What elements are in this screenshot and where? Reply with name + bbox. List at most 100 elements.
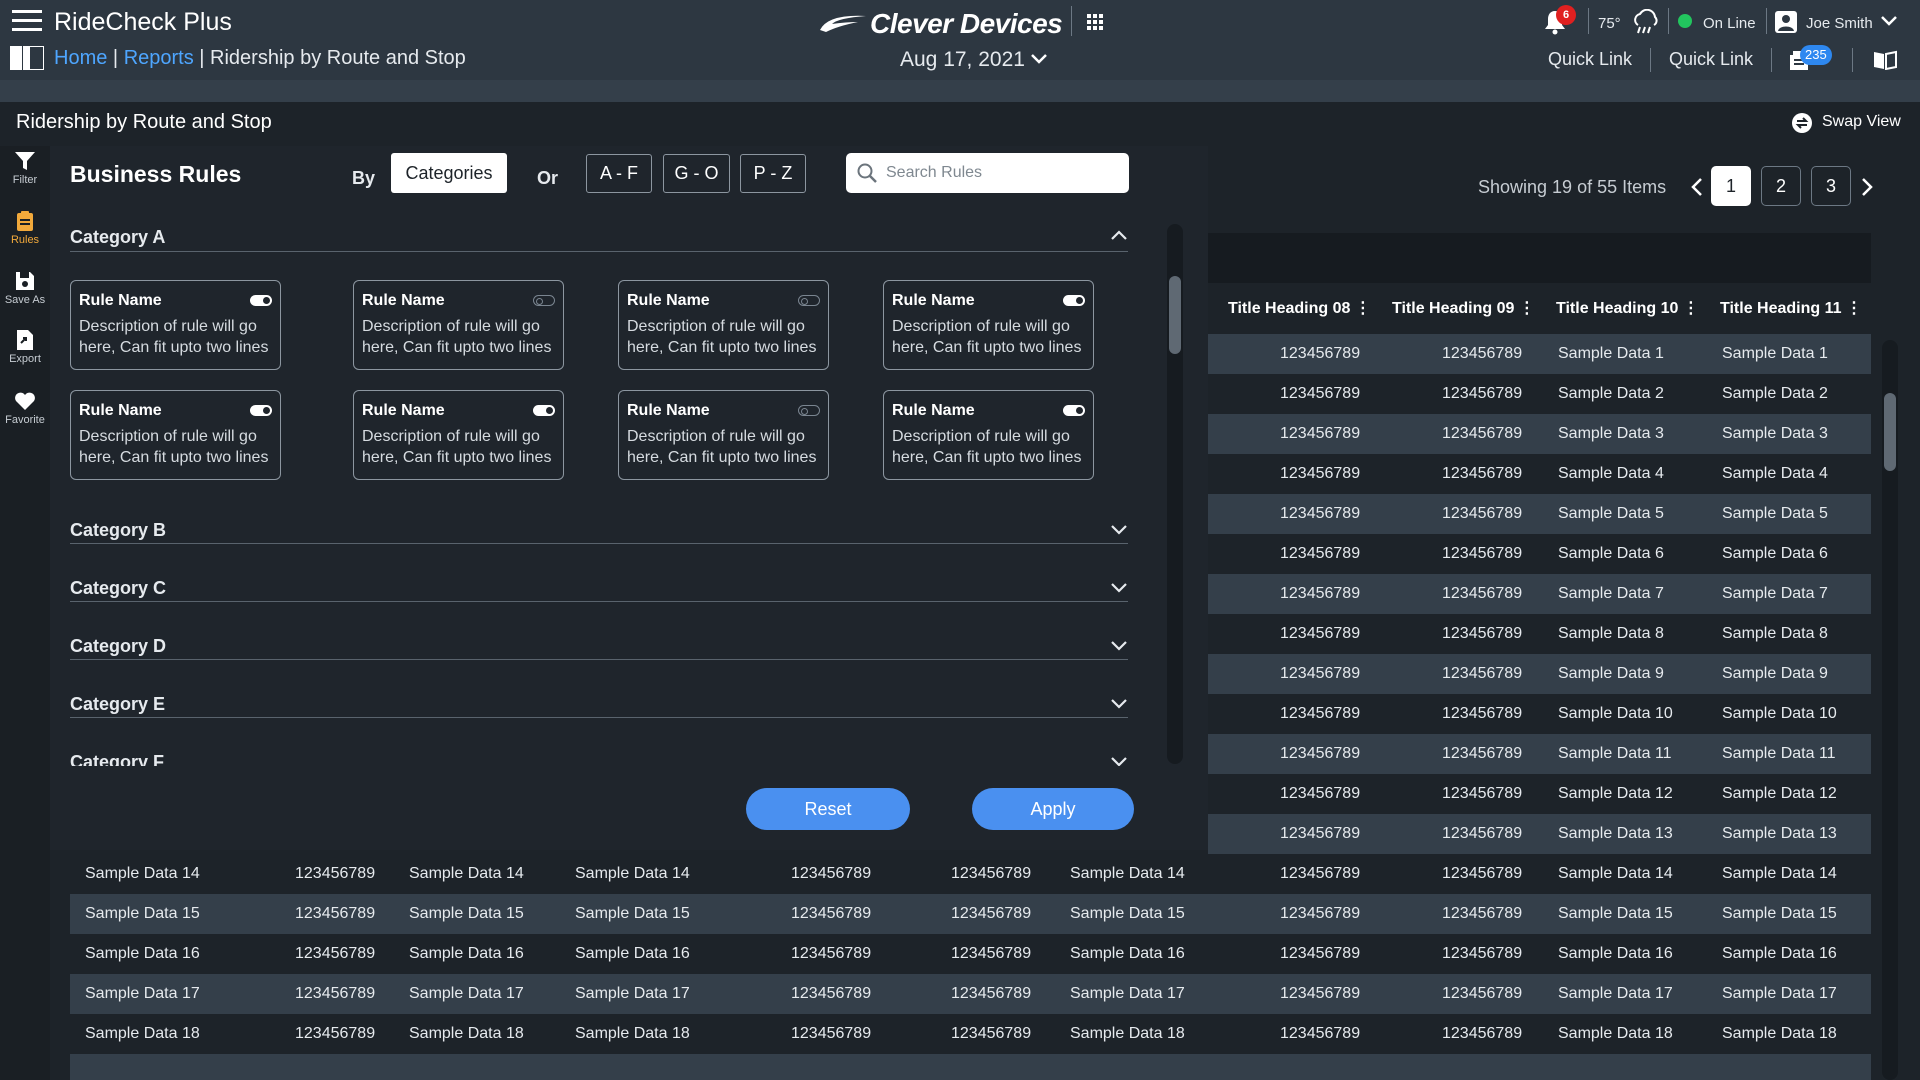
nav-export[interactable]: Export: [0, 329, 50, 365]
page-2-button[interactable]: 2: [1761, 166, 1801, 206]
apply-button[interactable]: Apply: [972, 788, 1134, 830]
rule-toggle[interactable]: [1063, 295, 1085, 306]
more-vertical-icon[interactable]: ⋮: [1683, 300, 1699, 317]
breadcrumb-reports[interactable]: Reports: [124, 47, 194, 69]
table-row[interactable]: 123456789 123456789 Sample Data 7 Sample Da…: [1208, 574, 1871, 614]
rule-toggle[interactable]: [533, 295, 555, 306]
quick-link-2[interactable]: Quick Link: [1669, 49, 1753, 70]
breadcrumb-home[interactable]: Home: [54, 47, 107, 69]
category-row[interactable]: Category C: [70, 574, 1130, 608]
table-cell: Sample Data 7: [1722, 585, 1828, 602]
more-vertical-icon[interactable]: ⋮: [1846, 300, 1862, 317]
chevron-down-icon[interactable]: [1110, 520, 1128, 538]
search-rules-input[interactable]: Search Rules: [846, 153, 1129, 193]
range-a-f-button[interactable]: A - F: [586, 154, 652, 193]
table-row[interactable]: 123456789 123456789 Sample Data 11 Sample D…: [1208, 734, 1871, 774]
category-row[interactable]: Category D: [70, 632, 1130, 666]
swap-icon[interactable]: [1792, 113, 1812, 133]
nav-favorite[interactable]: Favorite: [0, 390, 50, 426]
heart-icon: [15, 392, 35, 410]
category-row[interactable]: Category E: [70, 690, 1130, 724]
nav-filter[interactable]: Filter: [0, 150, 50, 186]
rule-card[interactable]: Rule Name Description of rule will go her…: [70, 390, 281, 480]
categories-button[interactable]: Categories: [391, 153, 507, 193]
menu-icon[interactable]: [12, 9, 42, 33]
column-header-08[interactable]: Title Heading 08 ⋮: [1228, 298, 1371, 318]
page-3-button[interactable]: 3: [1811, 166, 1851, 206]
rule-toggle[interactable]: [1063, 405, 1085, 416]
rules-scrollbar-thumb[interactable]: [1169, 276, 1181, 354]
business-rules-title: Business Rules: [70, 161, 242, 187]
quick-link-1[interactable]: Quick Link: [1548, 49, 1632, 70]
chevron-down-icon[interactable]: [1880, 14, 1898, 28]
apps-grid-icon[interactable]: [1086, 13, 1104, 31]
table-row[interactable]: 123456789 123456789 Sample Data 1 Sample Da…: [1208, 334, 1871, 374]
page-1-button[interactable]: 1: [1711, 166, 1751, 206]
swap-view-button[interactable]: Swap View: [1822, 113, 1901, 131]
chevron-right-icon[interactable]: [1860, 176, 1874, 198]
table-cell: 123456789: [1280, 785, 1361, 802]
category-row[interactable]: Category F: [70, 748, 1130, 766]
chevron-up-icon[interactable]: [1110, 227, 1128, 245]
rule-toggle[interactable]: [798, 295, 820, 306]
rule-card[interactable]: Rule Name Description of rule will go her…: [883, 390, 1094, 480]
table-cell: 123456789: [791, 945, 872, 962]
table-cell: 123456789: [951, 945, 1032, 962]
table-row[interactable]: 123456789 123456789 Sample Data 6 Sample Da…: [1208, 534, 1871, 574]
date-selector[interactable]: Aug 17, 2021: [900, 48, 1025, 72]
rule-toggle[interactable]: [250, 405, 272, 416]
category-row[interactable]: Category B: [70, 516, 1130, 550]
table-row[interactable]: Sample Data 14 123456789 Sample Data 14 Sam…: [70, 854, 1871, 894]
table-row[interactable]: 123456789 123456789 Sample Data 8 Sample Da…: [1208, 614, 1871, 654]
range-p-z-button[interactable]: P - Z: [740, 154, 806, 193]
table-row[interactable]: 123456789 123456789 Sample Data 9 Sample Da…: [1208, 654, 1871, 694]
table-row[interactable]: 123456789 123456789 Sample Data 4 Sample Da…: [1208, 454, 1871, 494]
table-row[interactable]: 123456789 123456789 Sample Data 12 Sample D…: [1208, 774, 1871, 814]
rule-card[interactable]: Rule Name Description of rule will go her…: [618, 280, 829, 370]
table-cell: Sample Data 17: [1722, 985, 1837, 1002]
rule-card[interactable]: Rule Name Description of rule will go her…: [353, 280, 564, 370]
chevron-left-icon[interactable]: [1690, 176, 1704, 198]
table-row[interactable]: Sample Data 16 123456789 Sample Data 16 Sam…: [70, 934, 1871, 974]
category-a-header[interactable]: Category A: [70, 227, 165, 248]
rule-card[interactable]: Rule Name Description of rule will go her…: [353, 390, 564, 480]
nav-rules[interactable]: Rules: [0, 210, 50, 246]
chevron-down-icon[interactable]: [1110, 578, 1128, 596]
reset-button[interactable]: Reset: [746, 788, 910, 830]
rule-toggle[interactable]: [533, 405, 555, 416]
table-row[interactable]: 123456789 123456789 Sample Data 2 Sample Da…: [1208, 374, 1871, 414]
table-row[interactable]: Sample Data 17 123456789 Sample Data 17 Sam…: [70, 974, 1871, 1014]
table-row[interactable]: 123456789 123456789 Sample Data 3 Sample Da…: [1208, 414, 1871, 454]
chevron-down-icon[interactable]: [1110, 636, 1128, 654]
more-vertical-icon[interactable]: ⋮: [1355, 300, 1371, 317]
table-row[interactable]: Sample Data 15 123456789 Sample Data 15 Sam…: [70, 894, 1871, 934]
column-header-09[interactable]: Title Heading 09 ⋮: [1392, 298, 1535, 318]
rule-toggle[interactable]: [250, 295, 272, 306]
column-header-10[interactable]: Title Heading 10 ⋮: [1556, 298, 1699, 318]
app-title: RideCheck Plus: [54, 8, 232, 36]
user-avatar-icon[interactable]: [1774, 10, 1798, 34]
chevron-down-icon[interactable]: [1030, 52, 1048, 66]
table-cell: 123456789: [791, 905, 872, 922]
sidebar-toggle-icon[interactable]: [10, 46, 44, 70]
rule-card[interactable]: Rule Name Description of rule will go her…: [883, 280, 1094, 370]
rule-card[interactable]: Rule Name Description of rule will go her…: [618, 390, 829, 480]
chevron-down-icon[interactable]: [1110, 694, 1128, 712]
table-scrollbar-thumb[interactable]: [1884, 393, 1896, 471]
table-cell: 123456789: [951, 905, 1032, 922]
book-icon[interactable]: [1873, 50, 1897, 70]
rule-card[interactable]: Rule Name Description of rule will go her…: [70, 280, 281, 370]
by-label: By: [352, 168, 376, 188]
chevron-down-icon[interactable]: [1110, 752, 1128, 766]
table-cell: Sample Data 3: [1558, 425, 1664, 442]
table-row[interactable]: Sample Data 18 123456789 Sample Data 18 Sam…: [70, 1014, 1871, 1054]
table-row[interactable]: 123456789 123456789 Sample Data 13 Sample D…: [1208, 814, 1871, 854]
user-name[interactable]: Joe Smith: [1806, 15, 1873, 32]
nav-save-as[interactable]: Save As: [0, 270, 50, 306]
range-g-o-button[interactable]: G - O: [663, 154, 730, 193]
table-row[interactable]: 123456789 123456789 Sample Data 10 Sample D…: [1208, 694, 1871, 734]
table-row[interactable]: 123456789 123456789 Sample Data 5 Sample Da…: [1208, 494, 1871, 534]
column-header-11[interactable]: Title Heading 11 ⋮: [1720, 298, 1862, 318]
rule-toggle[interactable]: [798, 405, 820, 416]
more-vertical-icon[interactable]: ⋮: [1519, 300, 1535, 317]
